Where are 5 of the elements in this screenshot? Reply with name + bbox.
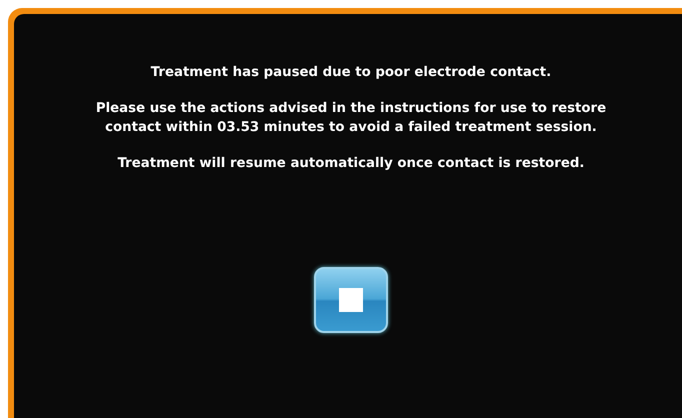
stop-icon [339,288,363,312]
alert-message: Treatment has paused due to poor electrode contact. [150,64,552,82]
stop-button[interactable] [314,267,388,333]
alert-message: Please use the actions advised in the instructions for use to restore contact within 03.53 minutes to avoid a failed treatment session. [94,100,608,137]
alert-message: Treatment will resume automatically once contact is restored. [118,155,584,173]
